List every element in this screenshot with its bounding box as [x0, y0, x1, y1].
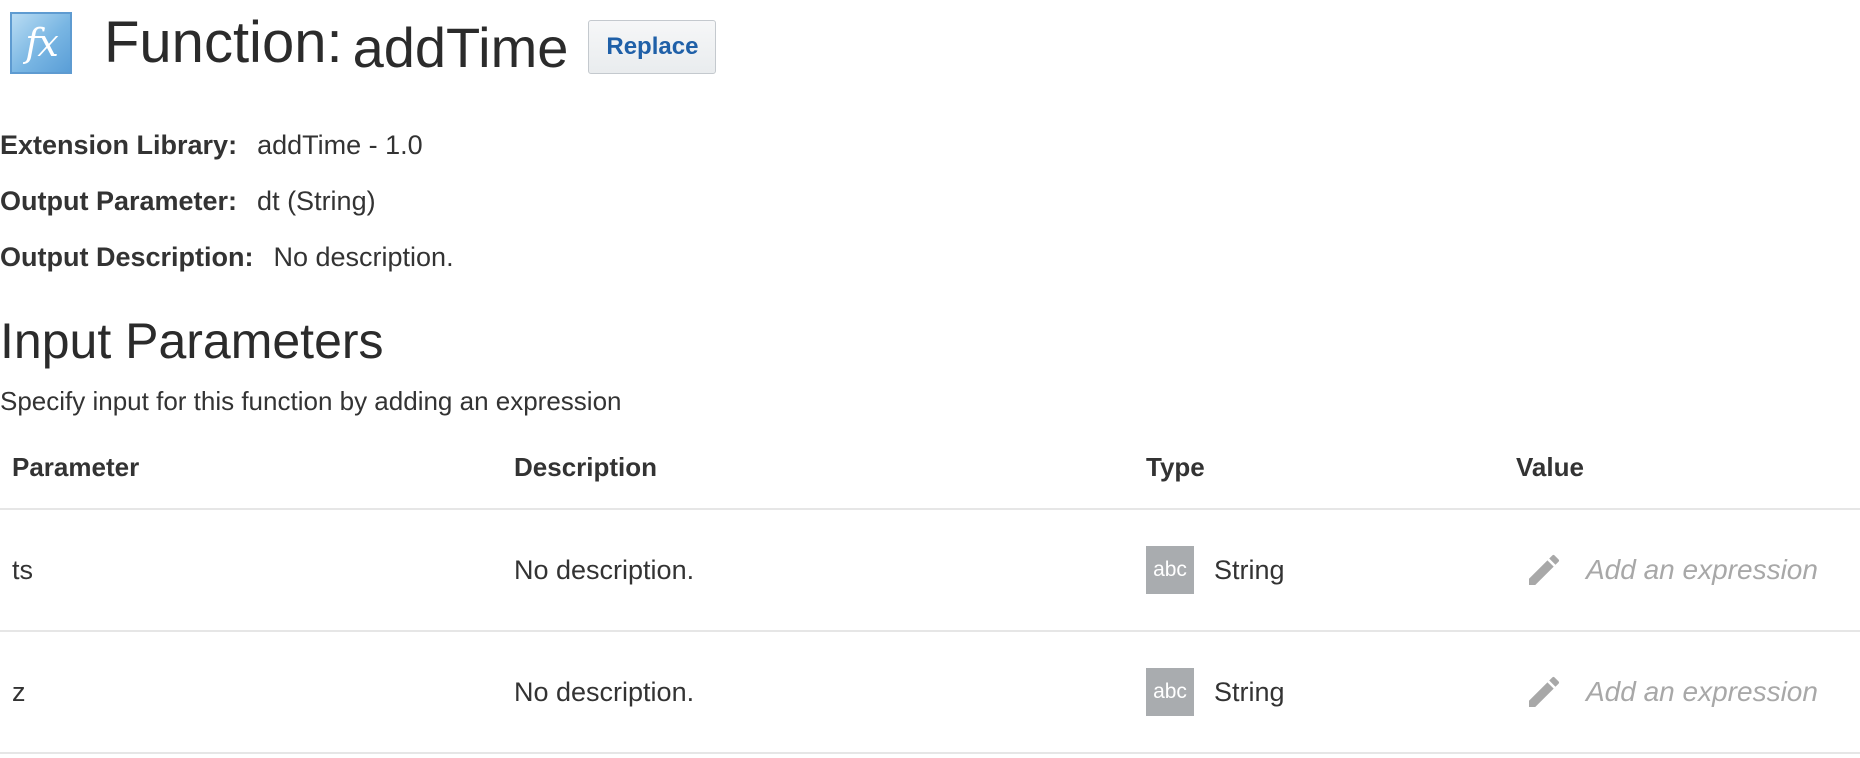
table-row: ts No description. abc String Add an exp…	[0, 510, 1860, 632]
column-header-value: Value	[1516, 452, 1584, 482]
parameter-type-label: String	[1214, 554, 1285, 585]
parameter-name: z	[12, 676, 26, 707]
table-row: z No description. abc String Add an expr…	[0, 632, 1860, 754]
extension-library-value: addTime - 1.0	[257, 130, 423, 160]
output-parameter-label: Output Parameter:	[0, 186, 238, 216]
parameter-value: Add an expression	[1516, 510, 1818, 630]
fx-icon-glyph: fx	[25, 21, 58, 65]
output-parameter-row: Output Parameter: dt (String)	[0, 186, 376, 217]
input-parameters-heading: Input Parameters	[0, 313, 384, 369]
output-description-row: Output Description: No description.	[0, 242, 454, 273]
table-header: Parameter Description Type Value	[0, 436, 1860, 510]
output-description-label: Output Description:	[0, 242, 254, 272]
parameter-type-label: String	[1214, 676, 1285, 707]
parameter-description: No description.	[514, 554, 695, 585]
extension-library-label: Extension Library:	[0, 130, 238, 160]
extension-library-row: Extension Library: addTime - 1.0	[0, 130, 423, 161]
title-label: Function:	[104, 10, 343, 75]
parameter-description: No description.	[514, 676, 695, 707]
pencil-icon[interactable]	[1524, 550, 1564, 590]
column-header-parameter: Parameter	[12, 452, 140, 482]
parameter-type: abc String	[1146, 632, 1285, 752]
column-header-description: Description	[514, 452, 658, 482]
string-type-icon: abc	[1146, 546, 1194, 594]
string-type-icon: abc	[1146, 668, 1194, 716]
add-expression-link[interactable]: Add an expression	[1586, 554, 1818, 586]
add-expression-link[interactable]: Add an expression	[1586, 676, 1818, 708]
parameter-name: ts	[12, 554, 34, 585]
function-fx-icon: fx	[10, 12, 72, 74]
function-name: addTime	[352, 16, 569, 79]
parameter-value: Add an expression	[1516, 632, 1818, 752]
column-header-type: Type	[1146, 452, 1205, 482]
parameter-type: abc String	[1146, 510, 1285, 630]
input-parameters-table: Parameter Description Type Value ts No d…	[0, 436, 1860, 754]
function-header: fx Function: addTime Replace	[10, 8, 717, 79]
pencil-icon[interactable]	[1524, 672, 1564, 712]
input-parameters-subtitle: Specify input for this function by addin…	[0, 386, 622, 416]
output-parameter-value: dt (String)	[257, 186, 376, 216]
output-description-value: No description.	[273, 242, 454, 272]
replace-button[interactable]: Replace	[588, 20, 717, 74]
